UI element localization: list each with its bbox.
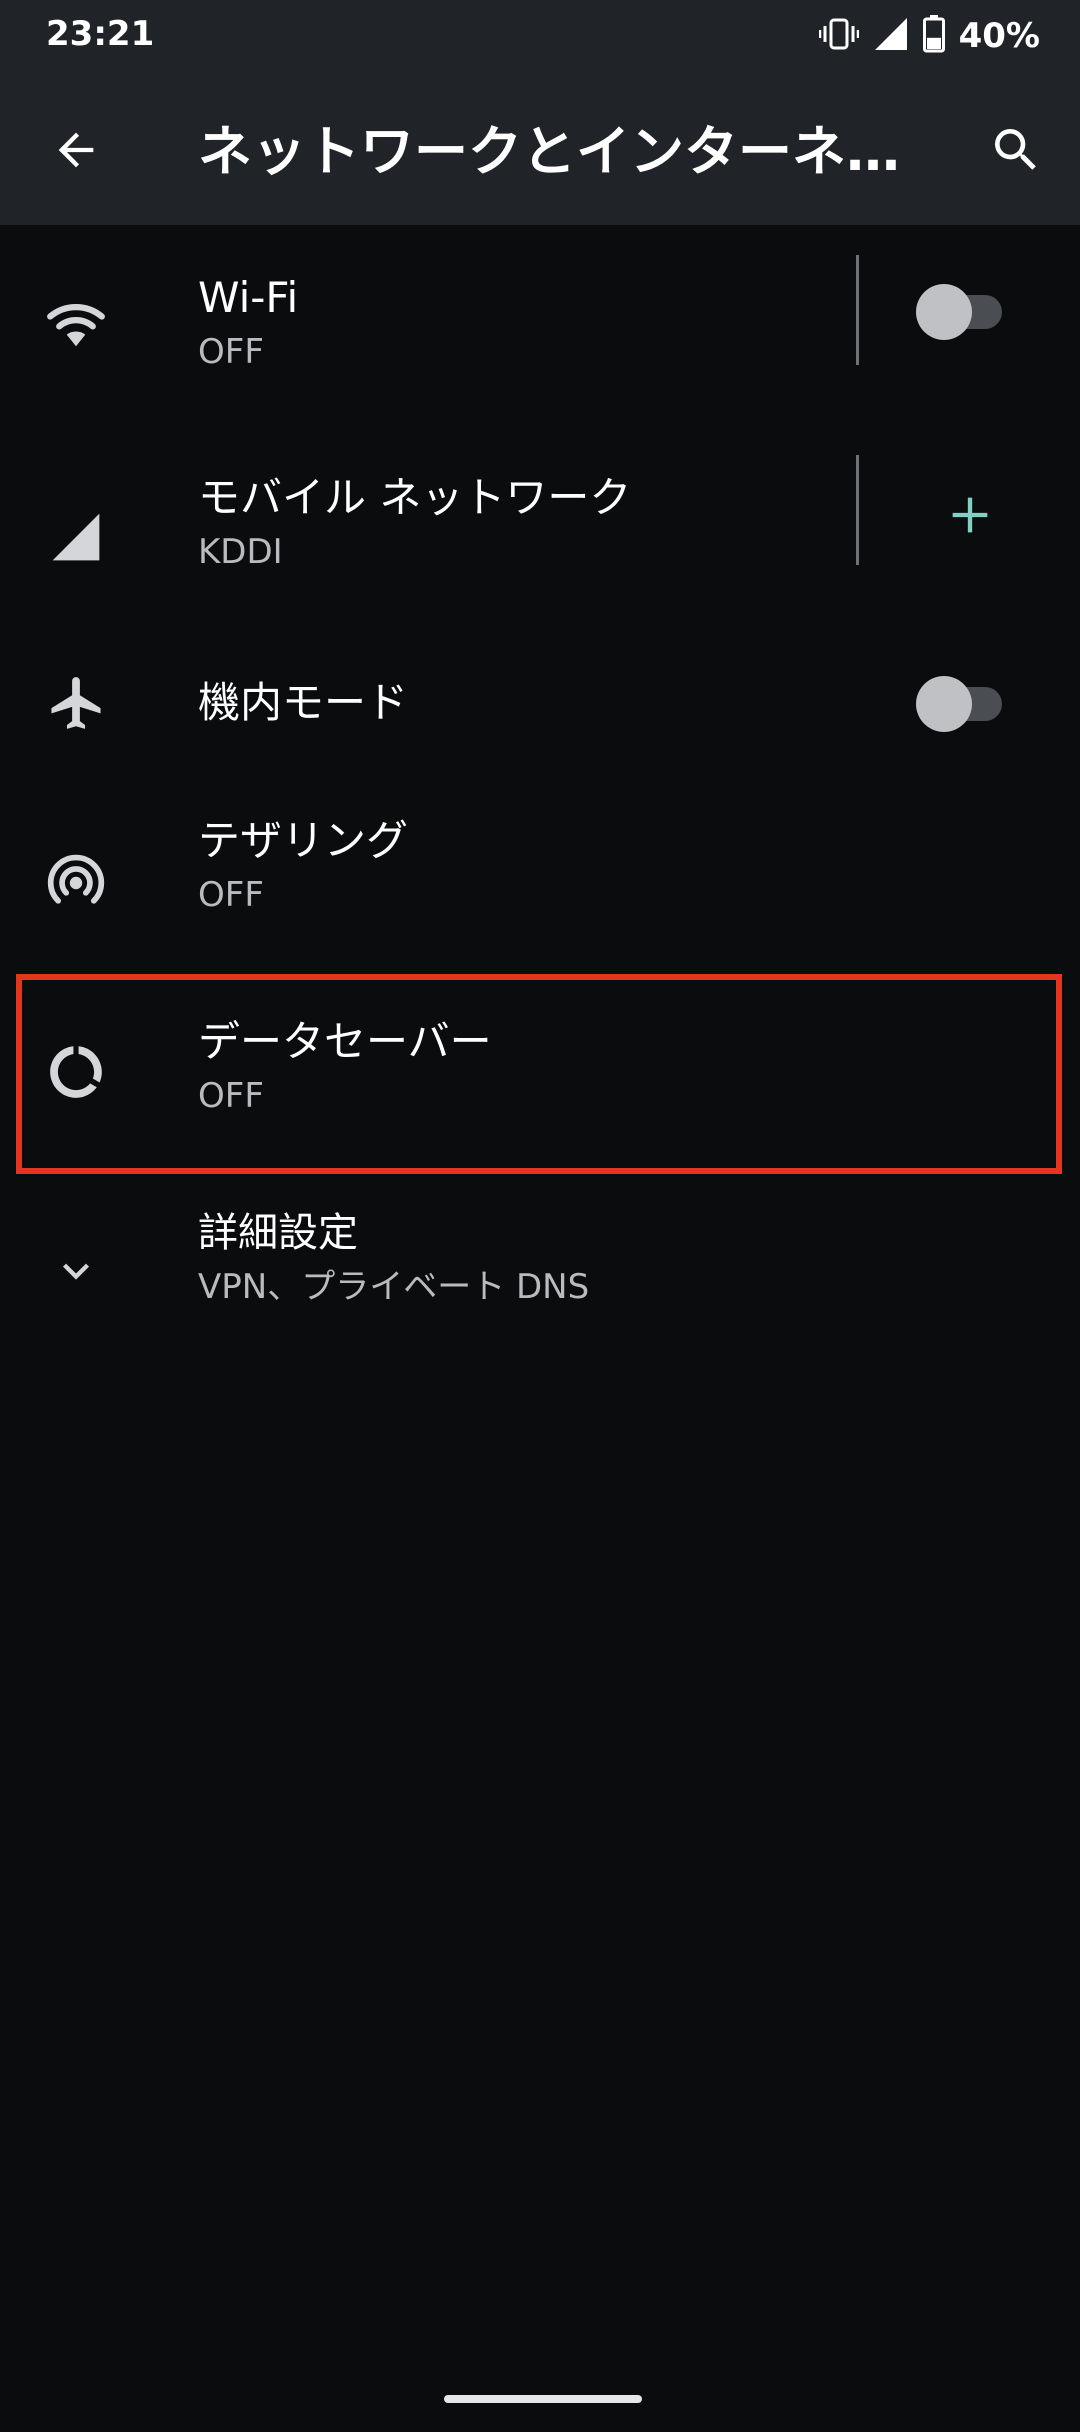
status-time: 23:21 [46, 14, 155, 54]
arrow-back-icon [50, 124, 102, 180]
battery-icon [922, 15, 945, 57]
airplane-mode-toggle[interactable] [916, 673, 1008, 733]
signal-icon [873, 16, 909, 56]
mobile-network-summary: KDDI [198, 532, 283, 572]
status-bar: 23:21 40% [0, 0, 1080, 72]
vibrate-icon [818, 16, 859, 56]
highlight-box [16, 974, 1062, 1174]
add-network-button[interactable] [930, 477, 1010, 557]
gesture-nav-handle[interactable] [444, 2395, 642, 2403]
mobile-network-divider [856, 455, 859, 565]
status-icons: 40% [805, 14, 1040, 58]
page-title: ネットワークとインターネ… [198, 120, 900, 183]
tethering-text: テザリング OFF [198, 815, 880, 921]
wifi-title: Wi-Fi [198, 273, 299, 322]
mobile-network-title: モバイル ネットワーク [198, 473, 632, 522]
app-bar: 23:21 40% ネットワークとインターネ… [0, 0, 1080, 225]
airplane-mode-toggle-thumb [916, 676, 972, 732]
advanced-summary: VPN、プライベート DNS [198, 1267, 590, 1307]
mobile-signal-icon [40, 501, 112, 573]
toolbar: ネットワークとインターネ… [0, 72, 1080, 225]
wifi-summary: OFF [198, 332, 264, 372]
airplane-mode-title: 機内モード [198, 678, 409, 727]
tethering-item[interactable]: テザリング OFF [0, 805, 1080, 975]
tethering-title: テザリング [198, 816, 409, 865]
wifi-text: Wi-Fi OFF [198, 272, 880, 378]
wifi-divider [856, 255, 859, 365]
mobile-network-item[interactable]: モバイル ネットワーク KDDI [0, 455, 1080, 625]
mobile-network-text: モバイル ネットワーク KDDI [198, 472, 880, 578]
search-button[interactable] [976, 112, 1056, 192]
wifi-item[interactable]: Wi-Fi OFF [0, 255, 1080, 425]
airplane-mode-item[interactable]: 機内モード [0, 655, 1080, 805]
tethering-summary: OFF [198, 875, 264, 915]
wifi-icon [40, 287, 112, 359]
wifi-toggle-thumb [916, 284, 972, 340]
plus-icon [944, 489, 996, 545]
airplane-icon [40, 667, 112, 739]
back-button[interactable] [36, 112, 116, 192]
search-icon [988, 122, 1044, 182]
airplane-mode-text: 機内モード [198, 667, 880, 739]
chevron-down-icon [40, 1235, 112, 1307]
advanced-title: 詳細設定 [198, 1210, 358, 1256]
wifi-toggle[interactable] [916, 281, 1008, 341]
hotspot-icon [40, 847, 112, 919]
advanced-text: 詳細設定 VPN、プライベート DNS [198, 1207, 1040, 1313]
battery-percent: 40% [958, 16, 1040, 56]
advanced-item[interactable]: 詳細設定 VPN、プライベート DNS [0, 1205, 1080, 1355]
